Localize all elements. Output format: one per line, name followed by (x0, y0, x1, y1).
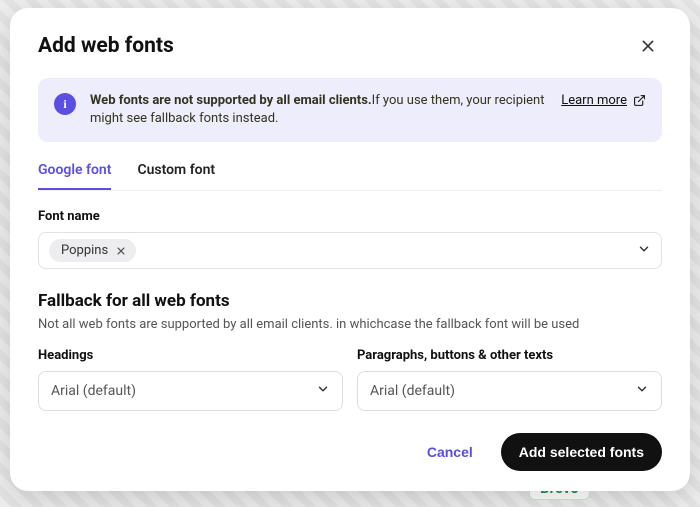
paragraphs-col: Paragraphs, buttons & other texts Arial … (357, 348, 662, 411)
font-chip-label: Poppins (61, 243, 108, 258)
alert-text: Web fonts are not supported by all email… (90, 92, 547, 128)
paragraphs-chevron (635, 382, 649, 400)
add-selected-fonts-button[interactable]: Add selected fonts (501, 433, 662, 471)
add-web-fonts-modal: Add web fonts i Web fonts are not suppor… (10, 8, 690, 491)
alert-bold: Web fonts are not supported by all email… (90, 93, 372, 108)
headings-chevron (316, 382, 330, 400)
close-button[interactable] (634, 32, 662, 60)
font-name-label: Font name (38, 209, 662, 224)
modal-title: Add web fonts (38, 34, 174, 58)
tab-custom-font[interactable]: Custom font (137, 156, 215, 190)
info-icon: i (54, 93, 76, 115)
headings-col: Headings Arial (default) (38, 348, 343, 411)
learn-more-link[interactable]: Learn more (561, 93, 646, 108)
fallback-title: Fallback for all web fonts (38, 291, 662, 311)
headings-select[interactable]: Arial (default) (38, 371, 343, 411)
close-icon (116, 246, 126, 256)
info-alert: i Web fonts are not supported by all ema… (38, 78, 662, 142)
learn-more-label: Learn more (561, 93, 627, 108)
chevron-down-icon (635, 382, 649, 396)
font-chip-remove[interactable] (114, 244, 128, 258)
modal-header: Add web fonts (38, 32, 662, 60)
headings-label: Headings (38, 348, 343, 363)
fallback-help: Not all web fonts are supported by all e… (38, 317, 662, 332)
paragraphs-label: Paragraphs, buttons & other texts (357, 348, 662, 363)
tab-google-font[interactable]: Google font (38, 156, 111, 190)
font-source-tabs: Google font Custom font (38, 156, 662, 191)
fallback-row: Headings Arial (default) Paragraphs, but… (38, 348, 662, 411)
font-name-input[interactable]: Poppins (38, 232, 662, 269)
cancel-button[interactable]: Cancel (413, 434, 487, 470)
external-link-icon (633, 94, 646, 107)
chevron-down-icon (637, 242, 651, 256)
modal-footer: Cancel Add selected fonts (38, 413, 662, 471)
font-chip: Poppins (49, 239, 136, 262)
chevron-down-icon (316, 382, 330, 396)
headings-value: Arial (default) (51, 383, 136, 399)
close-icon (640, 38, 656, 54)
paragraphs-value: Arial (default) (370, 383, 455, 399)
font-name-chevron (637, 241, 651, 260)
paragraphs-select[interactable]: Arial (default) (357, 371, 662, 411)
